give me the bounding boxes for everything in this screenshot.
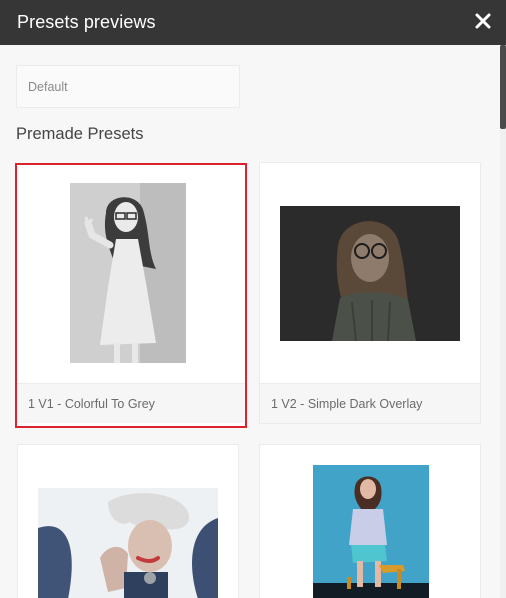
preset-card-2[interactable]: 1 V2 - Simple Dark Overlay (259, 162, 481, 424)
preset-card-footer: 1 V1 - Colorful To Grey (17, 383, 245, 423)
section-title: Premade Presets (16, 125, 144, 143)
preset-label: 1 V1 - Colorful To Grey (28, 397, 155, 411)
dialog-title: Presets previews (17, 12, 156, 32)
preset-preview (17, 165, 245, 383)
preset-card-3[interactable] (17, 444, 239, 598)
preview-image (313, 465, 429, 598)
preset-label: 1 V2 - Simple Dark Overlay (271, 397, 423, 411)
preset-preview (260, 445, 480, 598)
preset-card-1[interactable]: 1 V1 - Colorful To Grey (15, 163, 247, 428)
preset-preview (18, 445, 238, 598)
close-icon[interactable] (472, 10, 494, 32)
preview-image (70, 183, 186, 363)
preset-card-footer: 1 V2 - Simple Dark Overlay (260, 383, 480, 423)
dialog-titlebar: Presets previews (0, 0, 506, 45)
scrollbar-thumb[interactable] (500, 45, 506, 129)
preview-image (38, 488, 218, 598)
preview-image (280, 206, 460, 341)
preset-search-input[interactable] (16, 65, 240, 108)
preset-preview (260, 163, 480, 383)
preset-card-4[interactable] (259, 444, 481, 598)
